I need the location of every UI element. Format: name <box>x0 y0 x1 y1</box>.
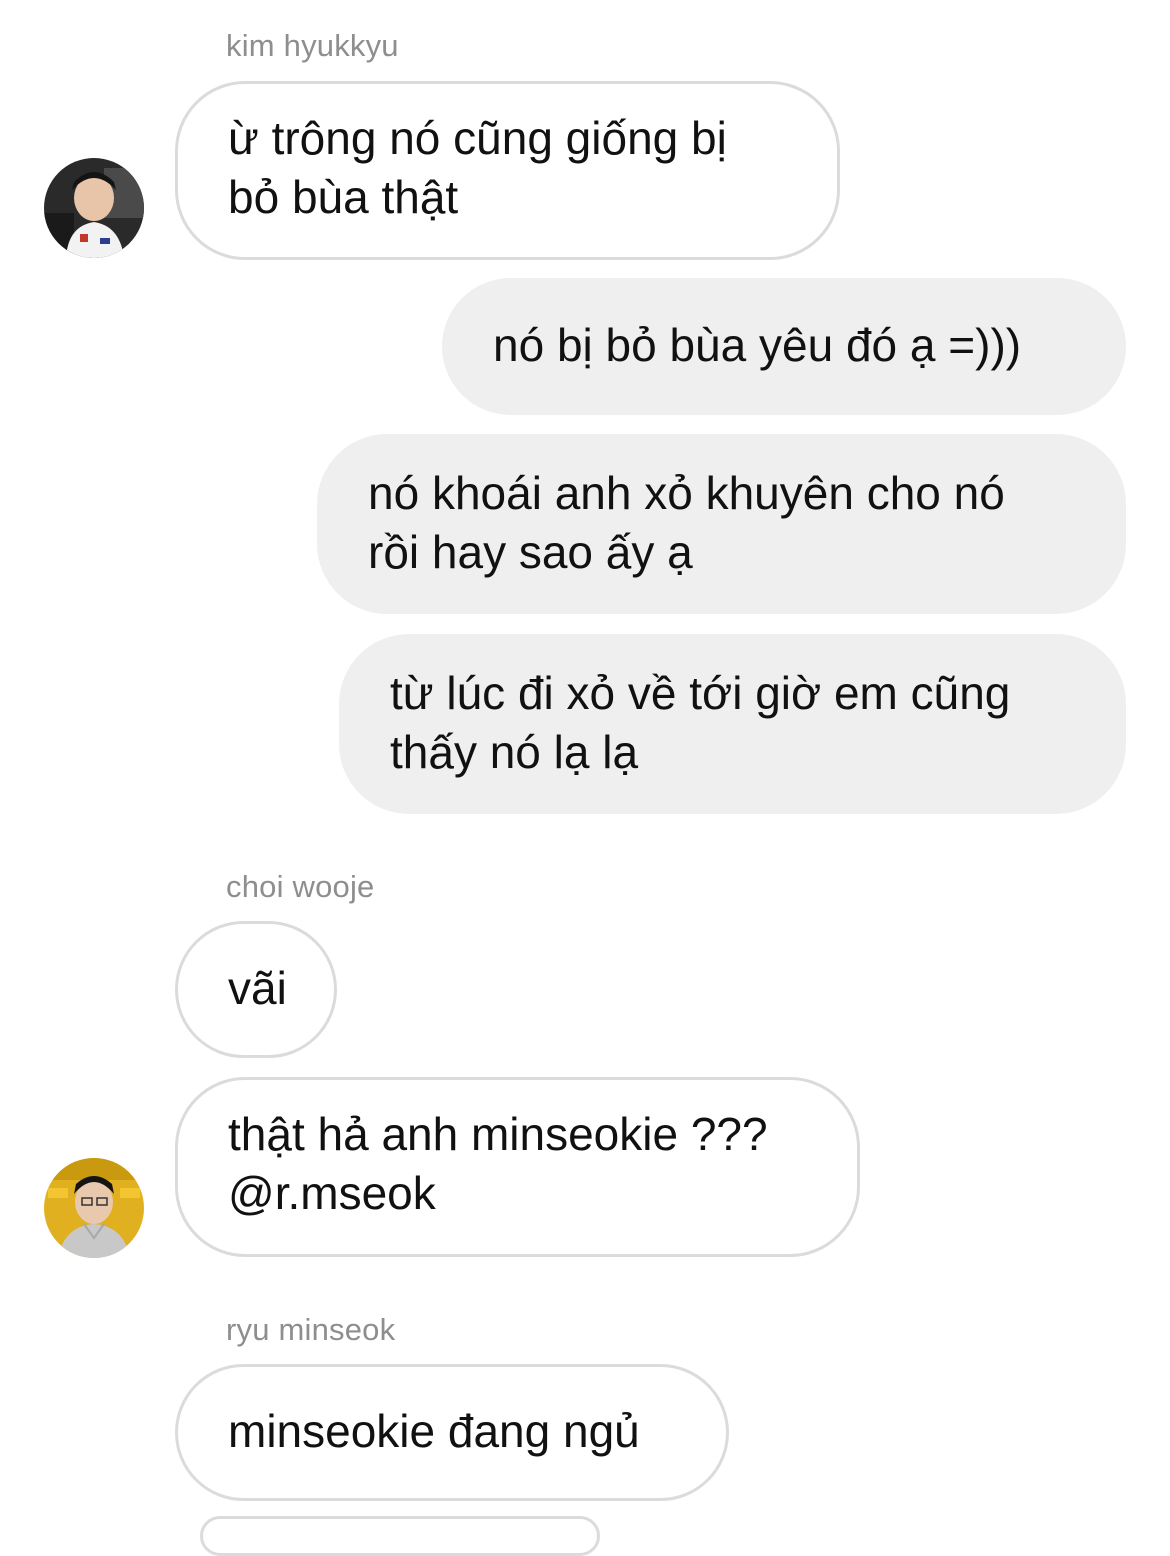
message-bubble[interactable]: thật hả anh minseokie ??? @r.mseok <box>175 1077 860 1257</box>
sender-name-choi-wooje: choi wooje <box>226 869 375 904</box>
message-bubble[interactable]: minseokie đang ngủ <box>175 1364 729 1501</box>
message-bubble[interactable]: ừ trông nó cũng giống bị bỏ bùa thật <box>175 81 840 260</box>
message-bubble[interactable]: nó khoái anh xỏ khuyên cho nó rồi hay sa… <box>317 434 1126 614</box>
profile-photo-icon <box>44 158 144 258</box>
sender-name-kim-hyukkyu: kim hyukkyu <box>226 28 399 63</box>
avatar-choi-wooje[interactable] <box>44 1158 144 1258</box>
message-bubble[interactable]: nó bị bỏ bùa yêu đó ạ =))) <box>442 278 1126 415</box>
sender-name-ryu-minseok: ryu minseok <box>226 1312 396 1347</box>
message-bubble[interactable]: vãi <box>175 921 337 1058</box>
next-message-bubble-edge <box>200 1516 600 1556</box>
message-bubble[interactable]: từ lúc đi xỏ về tới giờ em cũng thấy nó … <box>339 634 1126 814</box>
profile-photo-icon <box>44 1158 144 1258</box>
avatar-kim-hyukkyu[interactable] <box>44 158 144 258</box>
